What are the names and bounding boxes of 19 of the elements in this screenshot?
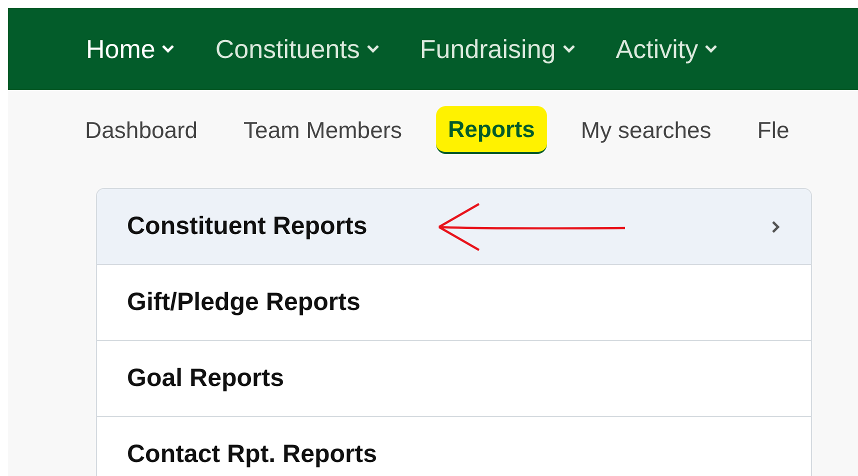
sub-nav-tab[interactable]: Fle xyxy=(757,106,790,154)
sub-nav-tab[interactable]: My searches xyxy=(580,106,712,154)
chevron-down-icon xyxy=(704,44,718,54)
chevron-down-icon xyxy=(366,44,380,54)
sub-nav-tab[interactable]: Reports xyxy=(436,106,547,154)
report-category-label: Contact Rpt. Reports xyxy=(127,438,377,470)
nav-menu-item[interactable]: Home xyxy=(86,30,176,68)
report-category-label: Goal Reports xyxy=(127,362,284,394)
nav-menu-item[interactable]: Constituents xyxy=(215,30,380,68)
nav-menu-item[interactable]: Fundraising xyxy=(420,30,576,68)
report-category-label: Constituent Reports xyxy=(127,210,368,242)
sub-nav-tab[interactable]: Dashboard xyxy=(85,106,198,154)
chevron-right-icon xyxy=(771,220,781,234)
chevron-down-icon xyxy=(161,44,176,54)
sub-nav-tab[interactable]: Team Members xyxy=(244,106,402,154)
chevron-down-icon xyxy=(562,44,576,54)
nav-menu-item[interactable]: Activity xyxy=(616,30,718,68)
report-category-label: Gift/Pledge Reports xyxy=(127,286,360,318)
report-list-item[interactable]: Constituent Reports xyxy=(97,189,811,265)
